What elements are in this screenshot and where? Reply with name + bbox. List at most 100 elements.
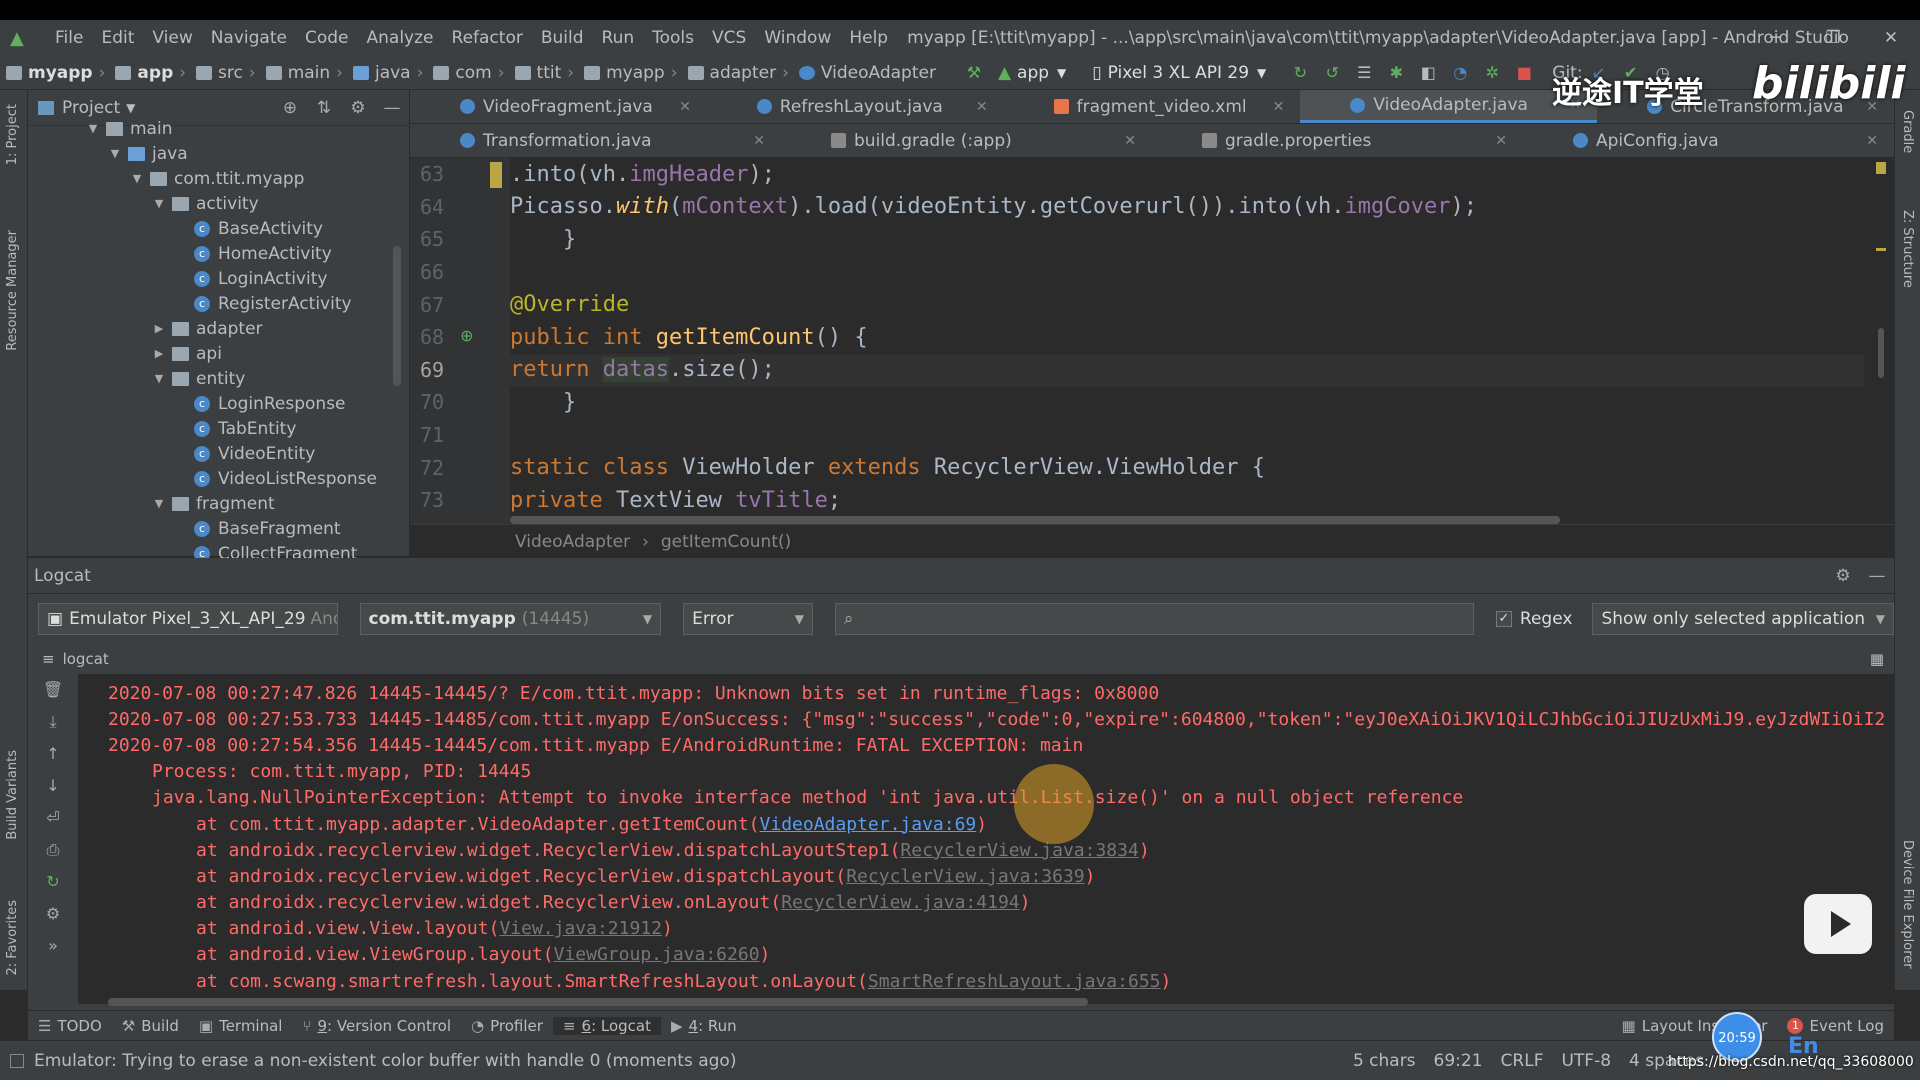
breadcrumb-ttit[interactable]: ttit › [514,63,581,83]
editor-scroll-thumb[interactable] [1878,328,1884,378]
favorites-tab[interactable]: 2: Favorites [5,900,20,976]
menu-analyze[interactable]: Analyze [358,28,443,48]
tree-item[interactable]: c VideoListResponse [28,466,409,491]
expand-down-icon[interactable]: ▼ [152,197,166,210]
tree-item[interactable]: ▼ activity [28,191,409,216]
device-select[interactable]: ▯ Pixel 3 XL API 29 ▼ [1084,60,1274,86]
project-tool-tab[interactable]: 1: Project [5,104,20,165]
menu-navigate[interactable]: Navigate [202,28,296,48]
filter-dropdown[interactable]: Show only selected application ▼ [1592,603,1894,635]
tree-item[interactable]: ▼ fragment [28,491,409,516]
source-link[interactable]: View.java:21912 [499,918,662,939]
breadcrumb-myapp-package[interactable]: myapp › [584,63,683,83]
locate-icon[interactable]: ⊕ [273,98,307,118]
expand-down-icon[interactable]: ▼ [108,147,122,160]
tree-item[interactable]: ▶ api [28,341,409,366]
gradle-tab[interactable]: Gradle [1900,110,1915,153]
arrow-up-icon[interactable]: ↑ [28,738,78,770]
print-icon[interactable]: ⎙ [28,834,78,866]
breadcrumb-class[interactable]: VideoAdapter [515,532,630,552]
trash-icon[interactable]: 🗑 [28,674,78,706]
caret-position[interactable]: 69:21 [1434,1051,1483,1071]
expand-right-icon[interactable]: ▶ [152,322,166,335]
tree-item[interactable]: ▼ com.ttit.myapp [28,166,409,191]
regex-checkbox[interactable]: ✓ Regex [1495,609,1572,629]
close-tab-icon[interactable]: ✕ [743,133,765,149]
line-separator[interactable]: CRLF [1501,1051,1544,1071]
file-encoding[interactable]: UTF-8 [1561,1051,1611,1071]
close-tab-icon[interactable]: ✕ [1485,133,1507,149]
logcat-log-area[interactable]: 2020-07-08 00:27:47.826 14445-14445/? E/… [78,674,1894,1004]
apply-changes-icon[interactable]: ↻ [1288,63,1312,82]
profiler-gauge-icon[interactable]: ◔ [1448,63,1472,82]
source-link[interactable]: VideoAdapter.java:69 [760,814,977,835]
log-level-dropdown[interactable]: Error ▼ [683,603,813,635]
scroll-to-end-icon[interactable]: ⤓ [28,706,78,738]
build-tab[interactable]: ⚒ Build [112,1017,189,1035]
layout-icon[interactable]: ▦ [1870,650,1884,668]
menu-vcs[interactable]: VCS [703,28,755,48]
source-link[interactable]: SmartRefreshLayout.java:655 [868,971,1161,992]
minimize-button[interactable]: ─ [1746,20,1804,56]
tree-item[interactable]: c VideoEntity [28,441,409,466]
editor-tab[interactable]: build.gradle (:app) ✕ [781,124,1152,157]
editor-tab[interactable]: gradle.properties ✕ [1152,124,1523,157]
breadcrumb-videoadapter[interactable]: VideoAdapter [798,63,936,83]
source-link[interactable]: RecyclerView.java:3834 [900,840,1138,861]
tree-item[interactable]: c BaseActivity [28,216,409,241]
gear-icon[interactable]: ⚙ [341,98,375,118]
override-gutter-icon[interactable]: ⊕ [460,326,473,345]
menu-edit[interactable]: Edit [92,28,143,48]
project-view-select[interactable]: Project [62,98,120,118]
restore-button[interactable]: ❐ [1804,20,1862,56]
resource-manager-tab[interactable]: Resource Manager [5,230,20,351]
apply-code-changes-icon[interactable]: ↺ [1320,63,1344,82]
menu-run[interactable]: Run [593,28,644,48]
toggle-panel-icon[interactable] [10,1053,24,1068]
gear-icon[interactable]: ⚙ [28,898,78,930]
logcat-horizontal-scrollbar[interactable] [108,998,1088,1006]
close-tab-icon[interactable]: ✕ [1856,133,1878,149]
logcat-search-input[interactable]: ⌕ [834,603,1474,635]
expand-down-icon[interactable]: ▼ [152,497,166,510]
device-dropdown[interactable]: ▣ Emulator Pixel_3_XL_API_29 And ▼ [38,603,338,635]
profile-icon[interactable]: ◧ [1416,63,1440,82]
editor-horizontal-scrollbar[interactable] [510,516,1560,524]
breadcrumb-myapp[interactable]: myapp › [6,63,111,83]
attach-debugger-icon[interactable]: ✲ [1480,63,1504,82]
code-area[interactable]: . into(vh. imgHeader); Picasso. with(mConte… [510,158,1864,524]
warning-marker[interactable] [1876,162,1886,174]
profiler-tab[interactable]: ◔ Profiler [461,1017,553,1035]
expand-down-icon[interactable]: ▼ [86,122,100,135]
terminal-tab[interactable]: ▣ Terminal [189,1017,293,1035]
run-config-select[interactable]: ▲ app ▼ [990,60,1074,86]
play-button[interactable] [1804,894,1872,954]
tree-item[interactable]: c LoginActivity [28,266,409,291]
breadcrumb-app[interactable]: app › [115,63,192,83]
editor-tab[interactable]: fragment_video.xml ✕ [1004,90,1301,123]
code-editor[interactable]: 6364656667686970717273 ⊕ ● .into(vh.imgH… [410,158,1894,524]
status-message-area[interactable]: Emulator: Trying to erase a non-existent… [0,1051,736,1071]
coverage-icon[interactable]: ☰ [1352,63,1376,82]
close-tab-icon[interactable]: ✕ [966,99,988,115]
expand-down-icon[interactable]: ▼ [130,172,144,185]
logcat-tab[interactable]: ≡ 6: Logcat [552,1016,661,1035]
expand-right-icon[interactable]: ▶ [152,347,166,360]
menu-view[interactable]: View [143,28,201,48]
menu-help[interactable]: Help [840,28,897,48]
tree-item[interactable]: ▶ adapter [28,316,409,341]
breadcrumb-com[interactable]: com › [433,63,510,83]
breadcrumb-src[interactable]: src › [196,63,262,83]
editor-tab[interactable]: ApiConfig.java ✕ [1523,124,1894,157]
build-variants-tab[interactable]: Build Variants [5,750,20,840]
version-control-tab[interactable]: ⑂ 9: Version Control [292,1017,461,1035]
todo-tab[interactable]: ☰ TODO [28,1017,112,1035]
tree-item[interactable]: c HomeActivity [28,241,409,266]
editor-scrollbar[interactable] [1876,158,1886,524]
tree-item[interactable]: c RegisterActivity [28,291,409,316]
hide-panel-icon[interactable]: — [375,98,409,118]
menu-window[interactable]: Window [755,28,840,48]
close-tab-icon[interactable]: ✕ [1114,133,1136,149]
close-tab-icon[interactable]: ✕ [669,99,691,115]
menu-refactor[interactable]: Refactor [443,28,532,48]
